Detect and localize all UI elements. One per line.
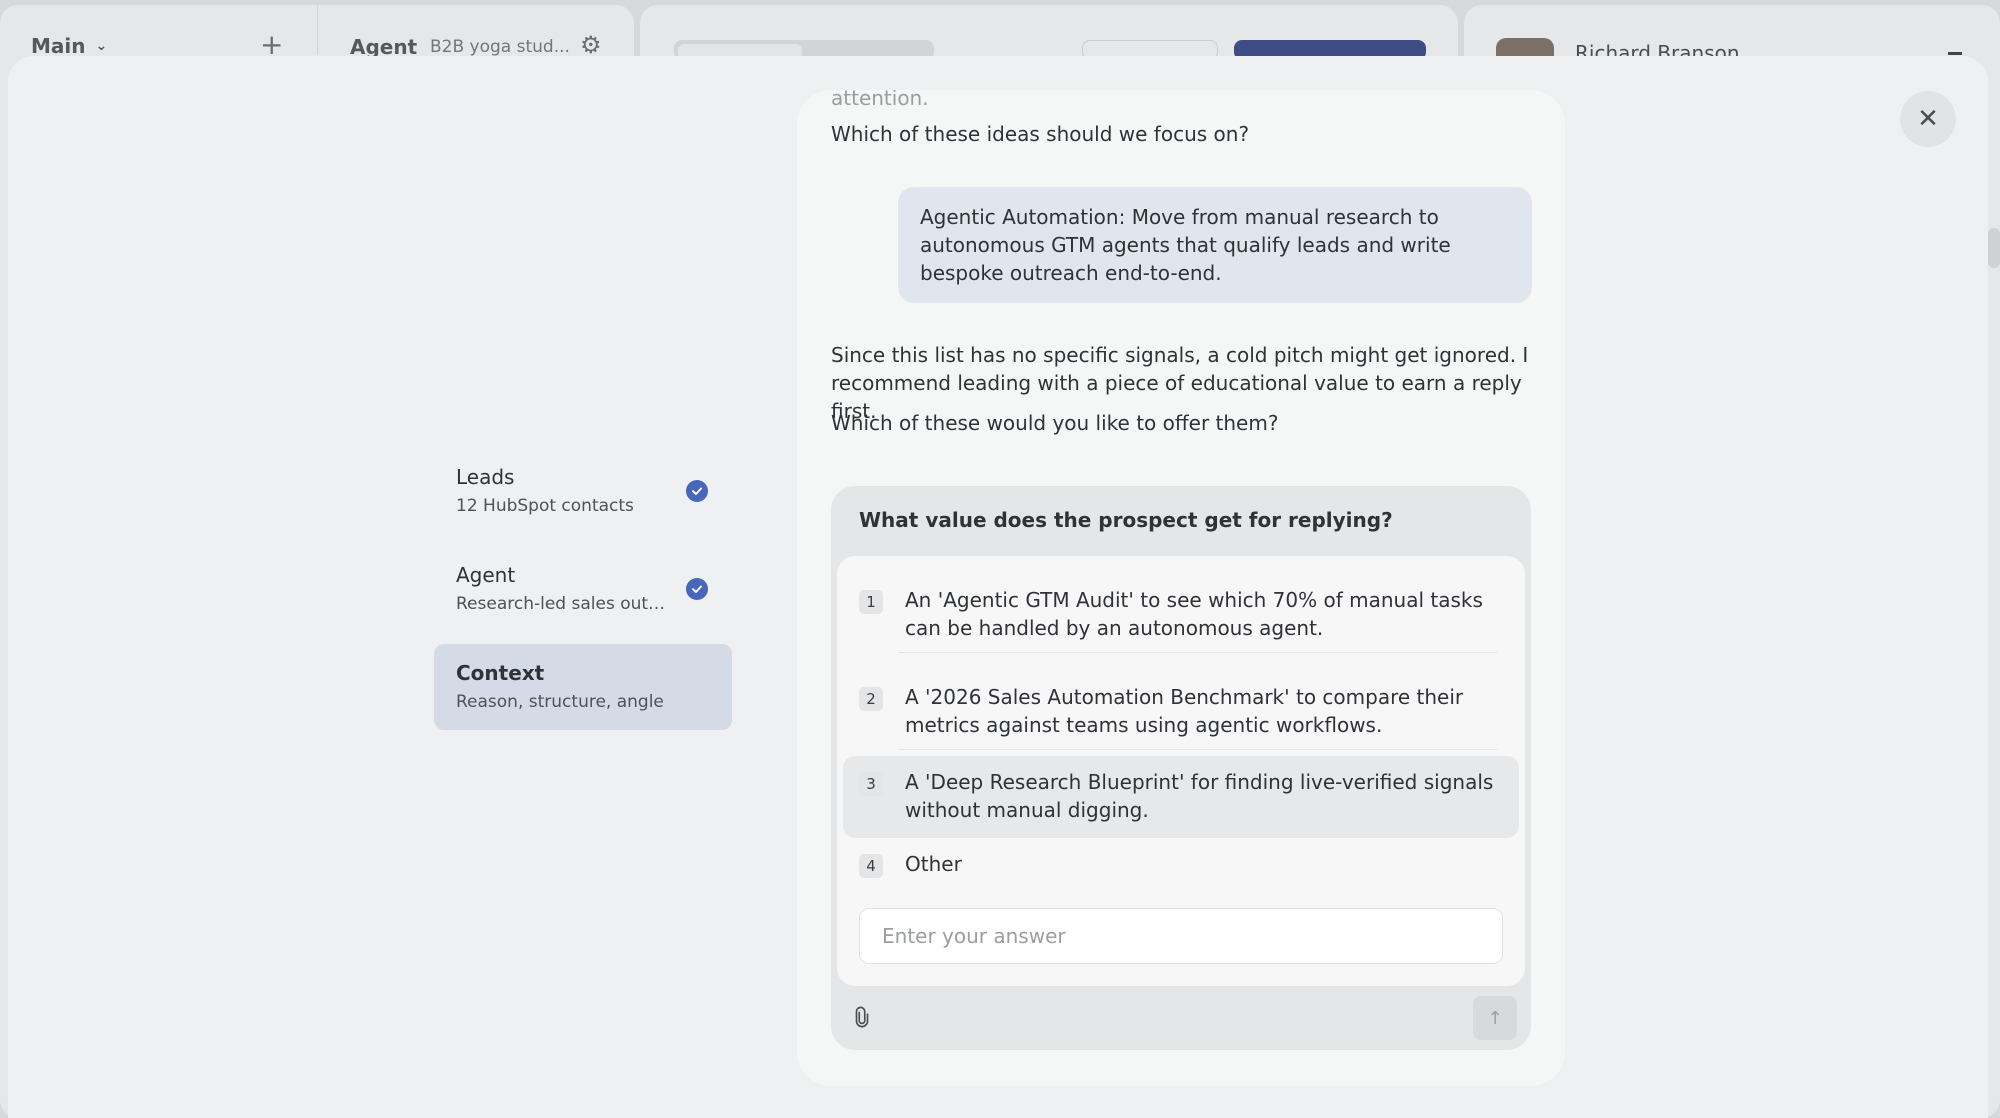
arrow-up-icon: ↑ (1487, 1007, 1503, 1029)
bg-workspace-selector: Main ⌄ (31, 34, 107, 58)
question-card: What value does the prospect get for rep… (831, 486, 1531, 1050)
bg-agent-desc: B2B yoga stud... (430, 37, 570, 57)
options-list: 1 An 'Agentic GTM Audit' to see which 70… (837, 556, 1525, 986)
step-leads[interactable]: Leads 12 HubSpot contacts (434, 448, 732, 534)
option-number: 3 (859, 772, 883, 796)
close-icon: ✕ (1917, 104, 1939, 134)
step-list: Leads 12 HubSpot contacts Agent Research… (434, 448, 732, 742)
agent-question-1: Which of these ideas should we focus on? (831, 122, 1250, 146)
step-title: Agent (456, 563, 516, 587)
step-subtitle: Research-led sales outre... (456, 594, 666, 614)
chat-panel: attention. Which of these ideas should w… (797, 90, 1565, 1086)
step-title: Context (456, 661, 545, 685)
option-text: An 'Agentic GTM Audit' to see which 70% … (905, 588, 1483, 640)
step-title: Leads (456, 465, 515, 489)
option-2[interactable]: 2 A '2026 Sales Automation Benchmark' to… (843, 667, 1519, 755)
bg-edge-icon (1948, 52, 1962, 55)
agent-question-2: Which of these would you like to offer t… (831, 411, 1279, 435)
option-number: 1 (859, 590, 883, 614)
chevron-down-icon: ⌄ (95, 38, 108, 54)
send-button[interactable]: ↑ (1473, 996, 1517, 1040)
step-context[interactable]: Context Reason, structure, angle (434, 644, 732, 730)
option-number: 4 (859, 854, 883, 878)
divider (899, 652, 1497, 653)
option-4[interactable]: 4 Other (843, 838, 1519, 890)
context-modal: ✕ Leads 12 HubSpot contacts Agent Resear… (8, 56, 1988, 1118)
step-agent[interactable]: Agent Research-led sales outre... (434, 546, 732, 632)
faded-message-text: attention. (831, 90, 929, 110)
user-message-bubble: Agentic Automation: Move from manual res… (898, 187, 1532, 303)
bg-divider (317, 5, 318, 55)
question-title: What value does the prospect get for rep… (859, 508, 1393, 532)
step-subtitle: 12 HubSpot contacts (456, 496, 634, 516)
option-text: A '2026 Sales Automation Benchmark' to c… (905, 685, 1464, 737)
step-subtitle: Reason, structure, angle (456, 692, 664, 712)
close-button[interactable]: ✕ (1900, 91, 1956, 147)
paperclip-icon[interactable] (851, 1006, 875, 1030)
option-1[interactable]: 1 An 'Agentic GTM Audit' to see which 70… (843, 570, 1519, 658)
option-3[interactable]: 3 A 'Deep Research Blueprint' for findin… (843, 756, 1519, 838)
answer-input[interactable] (859, 908, 1503, 964)
scrollbar[interactable] (1988, 228, 2000, 268)
check-icon (686, 578, 708, 600)
divider (899, 749, 1497, 750)
bg-workspace-label: Main (31, 34, 86, 58)
option-text: Other (905, 852, 962, 876)
gear-icon: ⚙ (580, 31, 602, 59)
check-icon (686, 480, 708, 502)
option-number: 2 (859, 687, 883, 711)
option-text: A 'Deep Research Blueprint' for finding … (905, 770, 1494, 822)
